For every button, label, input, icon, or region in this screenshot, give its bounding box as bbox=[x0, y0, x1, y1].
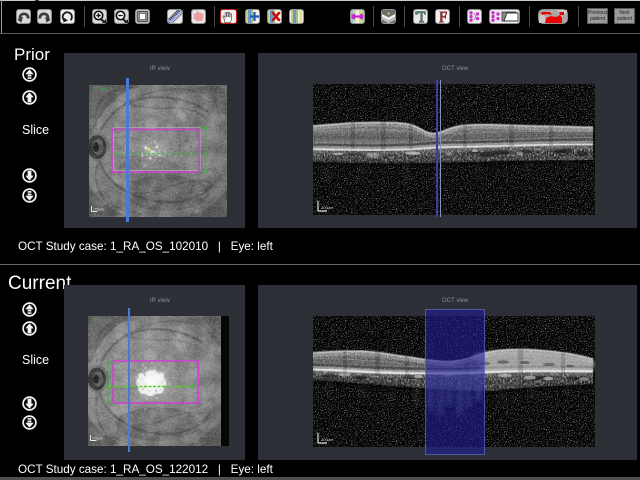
svg-text:200µm: 200µm bbox=[321, 205, 334, 210]
svg-text:30° ART: 30° ART bbox=[92, 87, 108, 92]
svg-text:200µm: 200µm bbox=[92, 437, 103, 441]
svg-text:200µm: 200µm bbox=[321, 437, 334, 442]
svg-text:ART: ART bbox=[91, 318, 100, 323]
svg-text:200µm: 200µm bbox=[93, 208, 104, 212]
